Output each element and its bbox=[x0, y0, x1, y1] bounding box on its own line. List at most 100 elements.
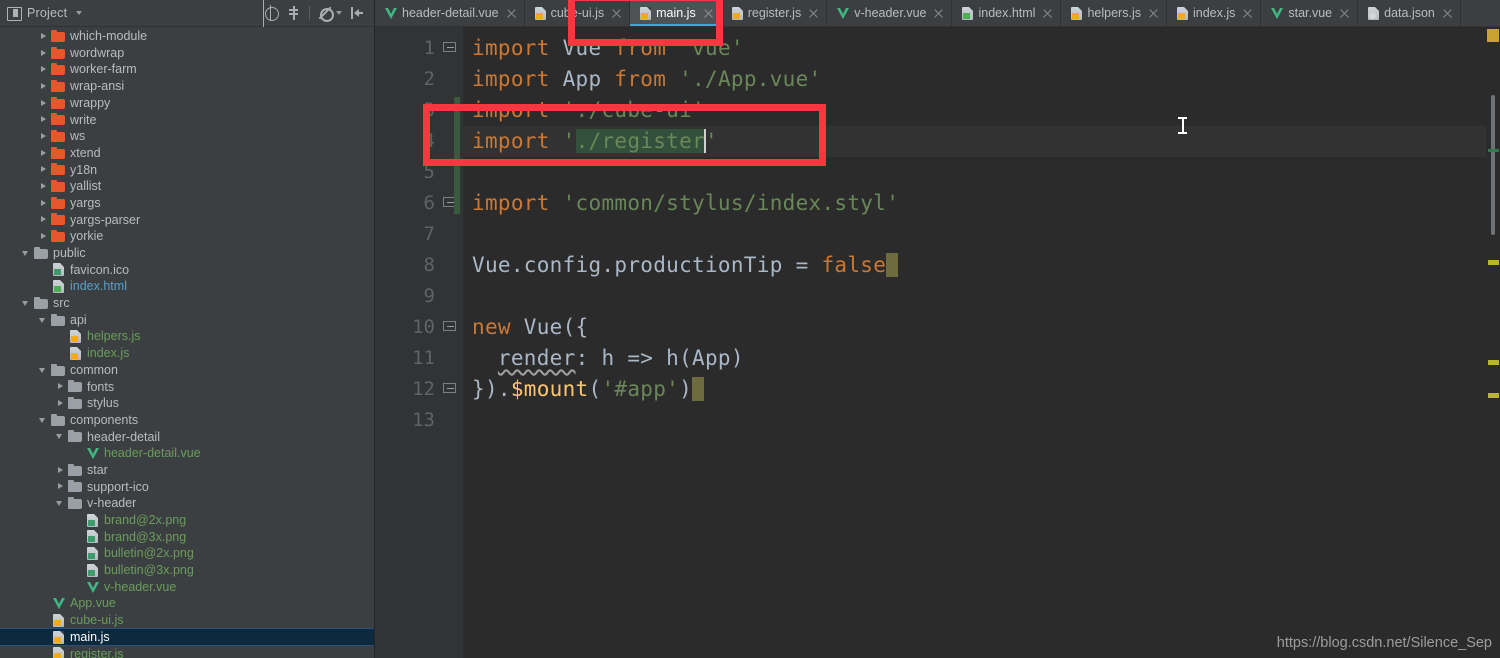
code-content[interactable]: import Vue from 'vue' import App from '.… bbox=[463, 27, 1500, 658]
line-number[interactable]: 11 bbox=[375, 343, 463, 374]
tab-header-detail-vue[interactable]: header-detail.vue bbox=[375, 0, 525, 26]
disclosure-right-icon[interactable] bbox=[38, 114, 49, 125]
disclosure-right-icon[interactable] bbox=[38, 131, 49, 142]
editor-tab-bar[interactable]: header-detail.vue cube-ui.js main.js regist… bbox=[375, 0, 1500, 27]
tree-item-header-detail-vue[interactable]: header-detail.vue bbox=[0, 445, 374, 462]
code-fold-end-icon-line-12[interactable] bbox=[443, 383, 456, 396]
tree-item-ws[interactable]: ws bbox=[0, 128, 374, 145]
tree-item-v-header[interactable]: v-header bbox=[0, 495, 374, 512]
line-number-gutter[interactable]: 1 2 3 4 5 6 7 8 9 10 11 12 13 bbox=[375, 27, 463, 658]
tab-register-js[interactable]: register.js bbox=[721, 0, 828, 26]
disclosure-right-icon[interactable] bbox=[38, 214, 49, 225]
tree-item-index-html[interactable]: index.html bbox=[0, 278, 374, 295]
settings-gear-group[interactable] bbox=[317, 5, 342, 22]
disclosure-right-icon[interactable] bbox=[55, 381, 66, 392]
code-line-10[interactable]: new Vue({ bbox=[463, 312, 1500, 343]
code-line-1[interactable]: import Vue from 'vue' bbox=[463, 33, 1500, 64]
code-line-11[interactable]: render: h => h(App) bbox=[463, 343, 1500, 374]
marker-vcs-change[interactable] bbox=[1488, 149, 1499, 152]
tree-item-xtend[interactable]: xtend bbox=[0, 145, 374, 162]
disclosure-right-icon[interactable] bbox=[38, 231, 49, 242]
expand-all-icon[interactable] bbox=[286, 5, 302, 21]
tree-item-brand-3x-png[interactable]: brand@3x.png bbox=[0, 529, 374, 546]
settings-gear-icon[interactable] bbox=[317, 5, 334, 22]
tree-item-star[interactable]: star bbox=[0, 462, 374, 479]
tree-item-src[interactable]: src bbox=[0, 295, 374, 312]
tree-item-common[interactable]: common bbox=[0, 362, 374, 379]
tab-helpers-js[interactable]: helpers.js bbox=[1061, 0, 1167, 26]
marker-warning-top[interactable] bbox=[1487, 29, 1499, 42]
tree-item-register-js[interactable]: register.js bbox=[0, 645, 374, 658]
disclosure-right-icon[interactable] bbox=[55, 465, 66, 476]
line-number[interactable]: 3 bbox=[375, 95, 463, 126]
tab-index-html[interactable]: index.html bbox=[952, 0, 1062, 26]
gear-chevron-down-icon[interactable] bbox=[336, 11, 342, 15]
tree-item-app-vue[interactable]: App.vue bbox=[0, 595, 374, 612]
project-title-group[interactable]: Project bbox=[7, 6, 83, 21]
tree-item-wrappy[interactable]: wrappy bbox=[0, 95, 374, 112]
tree-item-which-module[interactable]: which-module bbox=[0, 28, 374, 45]
code-line-4[interactable]: import './register' bbox=[463, 126, 1500, 157]
code-fold-open-icon-line-10[interactable] bbox=[443, 321, 456, 334]
disclosure-right-icon[interactable] bbox=[55, 398, 66, 409]
tree-item-worker-farm[interactable]: worker-farm bbox=[0, 61, 374, 78]
line-number[interactable]: 5 bbox=[375, 157, 463, 188]
code-fold-open-icon-line-1[interactable] bbox=[443, 42, 456, 55]
locate-file-icon[interactable] bbox=[263, 5, 279, 21]
tree-item-main-js[interactable]: main.js bbox=[0, 627, 374, 647]
line-number[interactable]: 8 bbox=[375, 250, 463, 281]
hide-panel-icon[interactable] bbox=[349, 5, 365, 21]
line-number[interactable]: 9 bbox=[375, 281, 463, 312]
tree-item-cube-ui-js[interactable]: cube-ui.js bbox=[0, 612, 374, 629]
tab-close-icon[interactable] bbox=[1339, 8, 1350, 19]
line-number[interactable]: 2 bbox=[375, 64, 463, 95]
tree-item-wordwrap[interactable]: wordwrap bbox=[0, 45, 374, 62]
code-line-7[interactable] bbox=[463, 219, 1500, 250]
editor-scrollbar-thumb[interactable] bbox=[1491, 95, 1495, 235]
disclosure-down-icon[interactable] bbox=[38, 315, 49, 326]
code-line-13[interactable] bbox=[463, 405, 1500, 436]
code-line-9[interactable] bbox=[463, 281, 1500, 312]
tree-item-public[interactable]: public bbox=[0, 245, 374, 262]
tree-item-favicon-ico[interactable]: favicon.ico bbox=[0, 262, 374, 279]
vcs-change-marker[interactable] bbox=[454, 97, 460, 214]
tab-v-header-vue[interactable]: v-header.vue bbox=[827, 0, 953, 26]
tab-close-icon[interactable] bbox=[933, 8, 944, 19]
disclosure-right-icon[interactable] bbox=[38, 64, 49, 75]
chevron-down-icon[interactable] bbox=[76, 11, 83, 15]
code-line-8[interactable]: Vue.config.productionTip = false bbox=[463, 250, 1500, 281]
tree-item-yargs-parser[interactable]: yargs-parser bbox=[0, 212, 374, 229]
line-number[interactable]: 4 bbox=[375, 126, 463, 157]
tab-cube-ui-js[interactable]: cube-ui.js bbox=[524, 0, 631, 26]
disclosure-right-icon[interactable] bbox=[38, 198, 49, 209]
tree-item-yargs[interactable]: yargs bbox=[0, 195, 374, 212]
editor-marker-bar[interactable] bbox=[1486, 27, 1500, 658]
tree-item-y18n[interactable]: y18n bbox=[0, 162, 374, 179]
marker-warning-3[interactable] bbox=[1488, 393, 1499, 398]
code-line-12[interactable]: }).$mount('#app') bbox=[463, 374, 1500, 405]
tab-close-icon[interactable] bbox=[1242, 8, 1253, 19]
tree-item-yallist[interactable]: yallist bbox=[0, 178, 374, 195]
tree-item-brand-2x-png[interactable]: brand@2x.png bbox=[0, 512, 374, 529]
disclosure-right-icon[interactable] bbox=[38, 81, 49, 92]
code-line-3[interactable]: import './cube-ui' bbox=[463, 95, 1500, 126]
disclosure-right-icon[interactable] bbox=[38, 48, 49, 59]
marker-warning-2[interactable] bbox=[1488, 360, 1499, 365]
code-line-2[interactable]: import App from './App.vue' bbox=[463, 64, 1500, 95]
tab-star-vue[interactable]: star.vue bbox=[1261, 0, 1359, 26]
tab-close-icon[interactable] bbox=[1442, 8, 1453, 19]
tab-close-icon[interactable] bbox=[506, 8, 517, 19]
tree-item-components[interactable]: components bbox=[0, 412, 374, 429]
tree-item-wrap-ansi[interactable]: wrap-ansi bbox=[0, 78, 374, 95]
tree-item-fonts[interactable]: fonts bbox=[0, 378, 374, 395]
line-number[interactable]: 13 bbox=[375, 405, 463, 436]
tree-item-bulletin-2x-png[interactable]: bulletin@2x.png bbox=[0, 545, 374, 562]
line-number[interactable]: 7 bbox=[375, 219, 463, 250]
disclosure-down-icon[interactable] bbox=[38, 415, 49, 426]
disclosure-down-icon[interactable] bbox=[38, 365, 49, 376]
tab-close-icon[interactable] bbox=[703, 8, 714, 19]
tree-item-bulletin-3x-png[interactable]: bulletin@3x.png bbox=[0, 562, 374, 579]
tree-item-api[interactable]: api bbox=[0, 312, 374, 329]
tree-item-stylus[interactable]: stylus bbox=[0, 395, 374, 412]
disclosure-right-icon[interactable] bbox=[55, 481, 66, 492]
